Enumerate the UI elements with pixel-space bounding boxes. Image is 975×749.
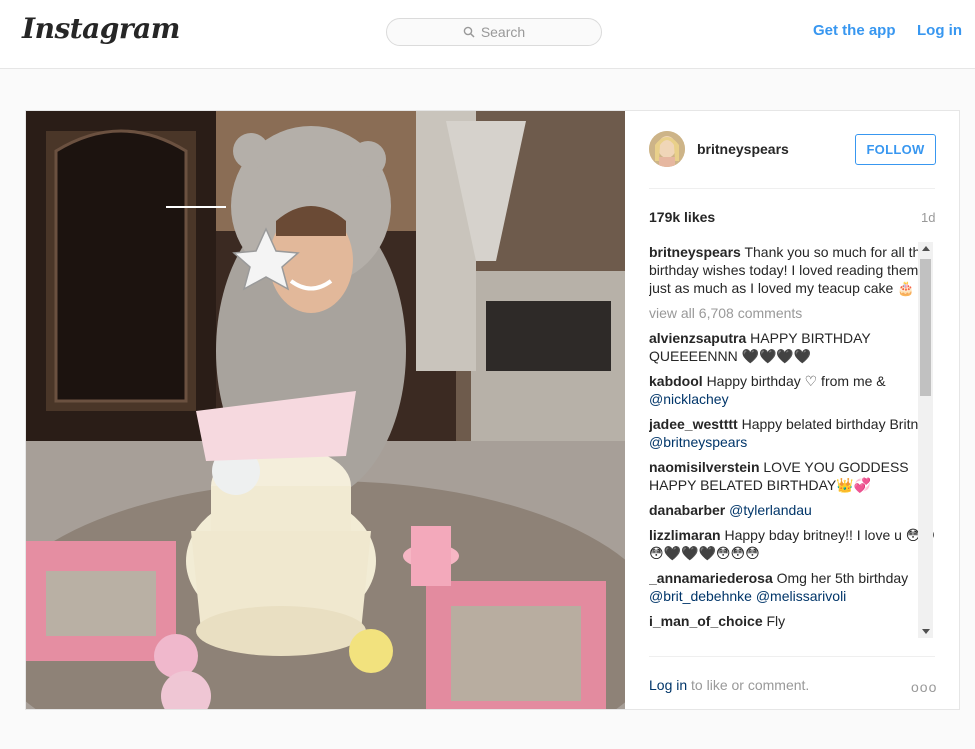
- caption: britneyspears Thank you so much for all …: [649, 243, 939, 297]
- comment-username[interactable]: kabdool: [649, 373, 703, 389]
- comment-mention[interactable]: @britneyspears: [649, 434, 747, 450]
- comment-username[interactable]: jadee_westttt: [649, 416, 738, 432]
- caption-username[interactable]: britneyspears: [649, 244, 741, 260]
- comment-username[interactable]: naomisilverstein: [649, 459, 760, 475]
- likes-count[interactable]: 179k likes: [649, 209, 715, 225]
- comment-username[interactable]: lizzlimaran: [649, 527, 721, 543]
- list-item: kabdool Happy birthday ♡ from me & @nick…: [649, 372, 939, 408]
- top-bar: Instagram Search Get the app Log in: [0, 0, 975, 69]
- scroll-up-arrow-icon[interactable]: [922, 246, 930, 251]
- search-input[interactable]: Search: [386, 18, 602, 46]
- list-item: alvienzsaputra HAPPY BIRTHDAY QUEEEENNN …: [649, 329, 939, 365]
- login-to-like-link[interactable]: Log in: [649, 677, 687, 693]
- list-item: lizzlimaran Happy bday britney!! I love …: [649, 526, 939, 562]
- post-header: britneyspears FOLLOW: [649, 131, 936, 189]
- view-all-comments-link[interactable]: view all 6,708 comments: [649, 304, 939, 322]
- comment-text: Happy belated birthday Britney: [741, 416, 934, 432]
- follow-button[interactable]: FOLLOW: [855, 134, 936, 165]
- login-to-like-prompt: Log in to like or comment.: [649, 677, 809, 693]
- comment-username[interactable]: alvienzsaputra: [649, 330, 746, 346]
- comment-username[interactable]: danabarber: [649, 502, 725, 518]
- more-options-icon[interactable]: ooo: [911, 679, 937, 695]
- get-the-app-link[interactable]: Get the app: [813, 22, 896, 39]
- comment-username[interactable]: i_man_of_choice: [649, 613, 763, 629]
- post-sidebar: britneyspears FOLLOW 179k likes 1d britn…: [625, 111, 959, 709]
- comment-text: Omg her 5th birthday: [776, 570, 909, 586]
- comment-list[interactable]: britneyspears Thank you so much for all …: [649, 243, 939, 641]
- comment-mention[interactable]: @nicklachey: [649, 391, 729, 407]
- list-item: danabarber @tylerlandau: [649, 501, 939, 519]
- login-link[interactable]: Log in: [917, 22, 962, 39]
- comment-username[interactable]: _annamariederosa: [649, 570, 773, 586]
- instagram-logo[interactable]: Instagram: [22, 12, 180, 45]
- comments-scrollbar[interactable]: [918, 242, 933, 638]
- post-photo[interactable]: [26, 111, 625, 709]
- post-actions: Log in to like or comment. ooo: [649, 656, 937, 696]
- comment-mention[interactable]: @brit_debehnke @melissarivoli: [649, 588, 846, 604]
- search-icon: [463, 26, 475, 38]
- list-item: jadee_westttt Happy belated birthday Bri…: [649, 415, 939, 451]
- scroll-down-arrow-icon[interactable]: [922, 629, 930, 634]
- list-item: i_man_of_choice Fly: [649, 612, 939, 630]
- comment-text: Happy birthday ♡ from me &: [706, 373, 886, 389]
- comment-mention[interactable]: @tylerlandau: [729, 502, 812, 518]
- list-item: naomisilverstein LOVE YOU GODDESS HAPPY …: [649, 458, 939, 494]
- comment-text: Fly: [766, 613, 786, 629]
- post-username[interactable]: britneyspears: [697, 141, 789, 157]
- avatar[interactable]: [649, 131, 685, 167]
- scrollbar-thumb[interactable]: [920, 259, 931, 396]
- login-to-like-text: to like or comment.: [687, 677, 810, 693]
- post-card: britneyspears FOLLOW 179k likes 1d britn…: [25, 110, 960, 710]
- list-item: _annamariederosa Omg her 5th birthday @b…: [649, 569, 939, 605]
- search-placeholder: Search: [480, 24, 526, 40]
- post-timestamp[interactable]: 1d: [921, 210, 935, 225]
